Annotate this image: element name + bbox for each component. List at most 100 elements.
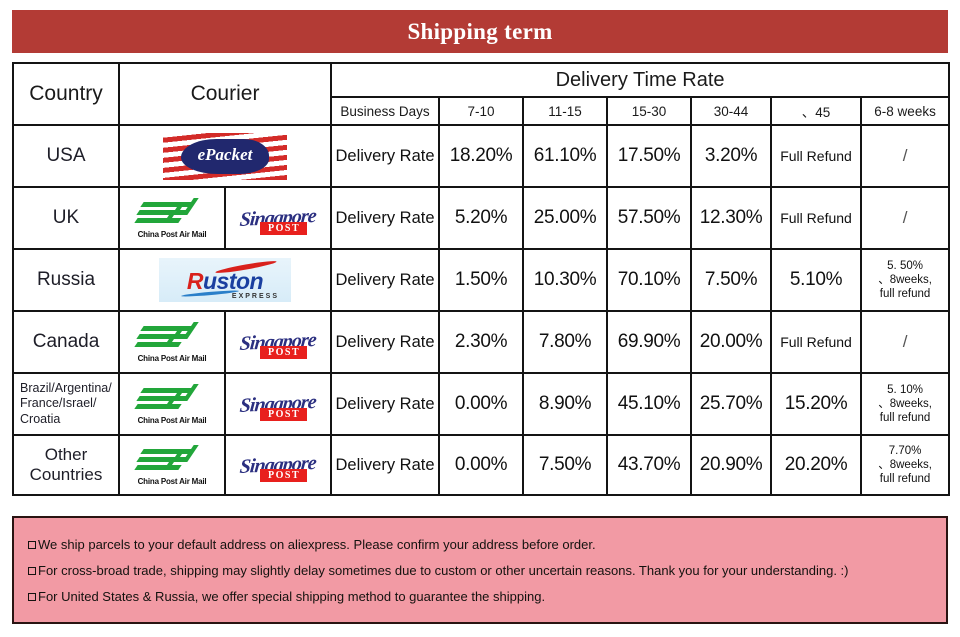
rate-6-8-weeks: / [860,186,951,250]
rate-15-30: 69.90% [606,310,693,374]
china-post-logo: China Post Air Mail [120,383,224,425]
rate-over-45: Full Refund [770,310,863,374]
note-text: For cross-broad trade, shipping may slig… [38,563,849,578]
table-header: Country Courier Delivery Time Rate Busin… [12,62,951,126]
china-post-logo-text: China Post Air Mail [137,415,207,425]
note-line-2: 、8weeks, [878,458,932,471]
rate-30-44: 20.90% [690,434,773,496]
country-label: Russia [12,248,120,312]
china-post-logo: China Post Air Mail [120,197,224,239]
rate-30-44: 7.50% [690,248,773,312]
rate-7-10: 0.00% [438,434,525,496]
shipping-table-wrapper: Country Courier Delivery Time Rate Busin… [12,62,951,496]
ruston-logo-subtext: EXPRESS [231,293,279,300]
rate-30-44: 25.70% [690,372,773,436]
checkbox-icon [28,541,36,549]
rate-7-10: 18.20% [438,124,525,188]
rate-label: Delivery Rate [330,372,441,436]
header-range-15-30: 15-30 [606,96,693,126]
header-range-7-10: 7-10 [438,96,525,126]
shipping-notes-panel: We ship parcels to your default address … [12,516,948,624]
singapore-post-box-text: POST [260,469,308,482]
china-post-logo: China Post Air Mail [120,321,224,363]
table-row: Russia Ruston EXPRESS Delivery Rate 1.50… [12,248,951,312]
rate-11-15: 10.30% [522,248,609,312]
china-post-logo: China Post Air Mail [120,444,224,486]
table-row: UK China Post Air Mail Singapore POST De… [12,186,951,250]
note-line-2: 、8weeks, [878,273,932,286]
rate-label: Delivery Rate [330,310,441,374]
rate-11-15: 61.10% [522,124,609,188]
rate-over-45: 20.20% [770,434,863,496]
china-post-logo-text: China Post Air Mail [137,229,207,239]
courier-cell-primary: China Post Air Mail [118,310,226,374]
rate-label: Delivery Rate [330,434,441,496]
note-line-3: full refund [879,288,931,300]
country-line-3: Croatia [20,411,61,426]
country-label: Canada [12,310,120,374]
country-label: USA [12,124,120,188]
rate-6-8-weeks: 5. 50% 、8weeks, full refund [860,248,951,312]
rate-6-8-weeks: / [860,124,951,188]
note-text: For United States & Russia, we offer spe… [38,589,546,604]
rate-6-8-weeks: 5. 10% 、8weeks, full refund [860,372,951,436]
checkbox-icon [28,593,36,601]
epacket-logo-text: ePacket [197,144,253,164]
ruston-logo-initial: R [186,267,204,294]
rate-7-10: 5.20% [438,186,525,250]
courier-cell-secondary: Singapore POST [223,434,333,496]
country-label: UK [12,186,120,250]
country-line-1: Brazil/Argentina/ [20,380,112,395]
country-label: Other Countries [12,434,120,496]
china-post-mark-icon [134,197,208,228]
header-range-11-15: 11-15 [522,96,609,126]
singapore-post-logo: Singapore POST [226,442,330,488]
note-line-1: 5. 10% [887,383,923,396]
rate-6-8-weeks: 7.70% 、8weeks, full refund [860,434,951,496]
rate-label: Delivery Rate [330,248,441,312]
courier-cell-secondary: Singapore POST [223,372,333,436]
epacket-logo: ePacket [120,132,330,180]
rate-15-30: 17.50% [606,124,693,188]
rate-11-15: 7.50% [522,434,609,496]
singapore-post-logo: Singapore POST [226,381,330,427]
singapore-post-logo: Singapore POST [226,195,330,241]
note-line-1: 7.70% [888,444,922,457]
courier-cell: Ruston EXPRESS [117,248,333,312]
china-post-mark-icon [134,321,208,352]
rate-30-44: 3.20% [690,124,773,188]
rate-11-15: 8.90% [522,372,609,436]
header-courier: Courier [117,62,333,126]
rate-15-30: 43.70% [606,434,693,496]
note-line-3: full refund [879,473,931,485]
rate-15-30: 70.10% [606,248,693,312]
china-post-mark-icon [134,383,208,414]
header-country: Country [12,62,120,126]
rate-label: Delivery Rate [330,186,441,250]
rate-7-10: 2.30% [438,310,525,374]
rate-over-45: Full Refund [770,186,863,250]
singapore-post-logo: Singapore POST [226,319,330,365]
rate-label: Delivery Rate [330,124,441,188]
table-row: USA ePacket Delivery Rate 18.20% 61.10% [12,124,951,188]
singapore-post-box-text: POST [260,408,308,421]
header-row-top: Country Courier Delivery Time Rate [12,62,951,126]
note-line-1: 5. 50% [887,259,923,272]
rate-11-15: 25.00% [522,186,609,250]
rate-30-44: 20.00% [690,310,773,374]
title-banner: Shipping term [12,10,948,53]
china-post-logo-text: China Post Air Mail [137,476,207,486]
rate-7-10: 1.50% [438,248,525,312]
header-delivery-time-rate: Delivery Time Rate [330,62,951,98]
note-text: We ship parcels to your default address … [38,537,596,552]
note-item: We ship parcels to your default address … [28,538,932,551]
rate-15-30: 45.10% [606,372,693,436]
rate-over-45: Full Refund [770,124,863,188]
page-title: Shipping term [407,18,553,44]
note-line-3: full refund [879,412,931,424]
courier-cell-primary: China Post Air Mail [118,372,226,436]
rate-30-44: 12.30% [690,186,773,250]
table-row: Other Countries China Post Air Mail Sing… [12,434,951,496]
courier-cell: ePacket [117,124,333,188]
checkbox-icon [28,567,36,575]
